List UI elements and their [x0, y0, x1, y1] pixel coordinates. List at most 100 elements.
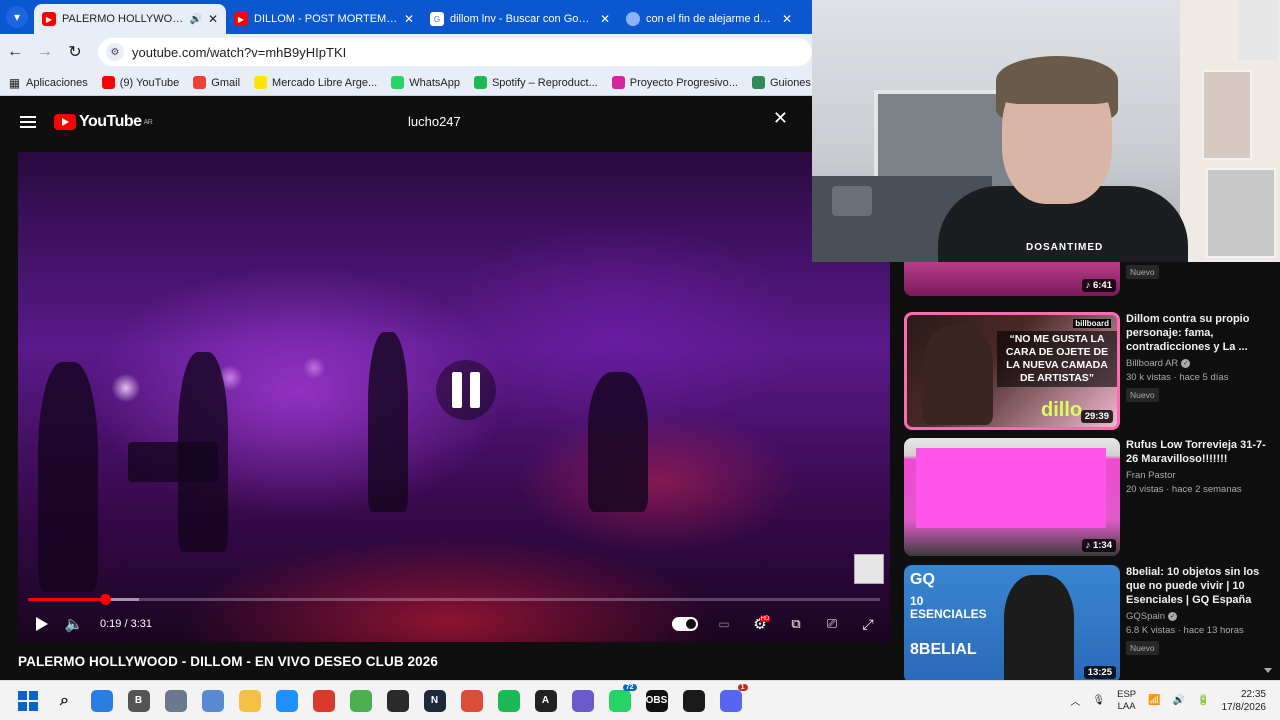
video-thumbnail[interactable]: billboard “NO ME GUSTA LA CARA DE OJETE … [904, 312, 1120, 430]
volume-button[interactable]: 🔈 [58, 608, 90, 640]
play-button[interactable] [26, 608, 58, 640]
tab-search-button[interactable]: ▾ [6, 6, 28, 28]
speaker-icon[interactable]: 🔊 [1173, 695, 1185, 706]
instagram-icon [611, 76, 625, 89]
tab[interactable]: ▶ DILLOM - POST MORTEM TOUR ✕ [226, 6, 422, 32]
tab[interactable]: ▶ PALERMO HOLLYWOOD - D 🔊 ✕ [34, 4, 226, 34]
bookmark-item[interactable]: (9) YouTube [101, 76, 179, 89]
video-stats: 20 vistas · hace 2 semanas [1126, 484, 1242, 495]
bookmark-item[interactable]: ▦ Aplicaciones [8, 76, 88, 90]
obs-icon[interactable] [386, 689, 409, 712]
copilot-icon[interactable] [90, 689, 113, 712]
webcam-overlay: DOSANTIMED [812, 0, 1280, 262]
clock-time: 22:35 [1240, 688, 1266, 700]
site-info-icon[interactable]: ⚙ [106, 43, 124, 61]
close-tab-icon[interactable]: ✕ [782, 12, 792, 26]
clear-search-icon[interactable]: ✕ [773, 108, 788, 129]
scrubber-handle[interactable] [99, 594, 111, 605]
windows-taskbar: ⌕ B N A 72 OBS 1 ︿ 🎙 ESP LAA 📶 🔊 🔋 22:35 17/8/… [0, 680, 1280, 720]
wall-poster [1206, 168, 1276, 258]
bookmark-item[interactable]: Mercado Libre Arge... [254, 76, 377, 89]
bookmark-item[interactable]: WhatsApp [391, 76, 460, 89]
recommendation-item[interactable]: ♪ 1:34 Rufus Low Torrevieja 31-7-26 Mara… [904, 438, 1280, 556]
time-display: 0:19 / 3:31 [100, 618, 152, 630]
audio-playing-icon[interactable]: 🔊 [189, 14, 201, 25]
miniplayer-button[interactable]: ⧉ [780, 608, 812, 640]
tab-title: DILLOM - POST MORTEM TOUR [254, 13, 398, 25]
thumbnail-brand: dillo [1041, 399, 1083, 421]
close-tab-icon[interactable]: ✕ [208, 12, 218, 26]
new-badge: Nuevo [1126, 265, 1159, 279]
red-app-icon[interactable] [312, 689, 335, 712]
reload-button[interactable]: ↻ [60, 42, 90, 62]
video-thumbnail[interactable]: GQ 10 ESENCIALES 8BELIAL 13:25 [904, 565, 1120, 680]
start-icon[interactable] [17, 690, 39, 712]
youtube-icon: ▶ [234, 12, 248, 26]
bookmark-label: Proyecto Progresivo... [629, 76, 738, 89]
obs-dark-icon[interactable]: OBS [645, 689, 668, 712]
diamond-app-icon[interactable] [571, 689, 594, 712]
channel-watermark[interactable] [854, 554, 884, 584]
clock[interactable]: 22:35 17/8/2026 [1222, 688, 1267, 714]
clock-date: 17/8/2026 [1221, 701, 1267, 713]
youtube-icon: ▶ [42, 12, 56, 26]
autoplay-toggle[interactable] [672, 617, 698, 631]
search-icon[interactable]: ⌕ [54, 690, 76, 712]
recommendation-item[interactable]: ♪ 6:41 Nuevo [904, 262, 1280, 296]
menu-icon[interactable] [20, 116, 36, 128]
b-app-icon[interactable]: B [127, 689, 150, 712]
channel-name: GQSpain ✓ [1126, 611, 1178, 622]
fullscreen-button[interactable]: ⤢ [852, 608, 884, 640]
video-thumbnail[interactable]: ♪ 1:34 [904, 438, 1120, 556]
whatsapp-icon[interactable]: 72 [608, 683, 637, 712]
performer-silhouette [368, 332, 408, 512]
bookmark-item[interactable]: Gmail [193, 76, 240, 89]
screenshot-tool-icon[interactable] [201, 689, 224, 712]
tab[interactable]: con el fin de alejarme de vos... ✕ [618, 6, 800, 32]
green-app-icon[interactable] [349, 689, 372, 712]
forward-button[interactable]: → [30, 43, 60, 61]
cast-button[interactable]: ⎚ [816, 608, 848, 640]
capcut-dark-icon[interactable] [682, 689, 705, 712]
performer-silhouette [38, 362, 98, 592]
chrome-icon[interactable] [460, 689, 483, 712]
video-duration: 29:39 [1080, 410, 1113, 423]
language-indicator[interactable]: ESP LAA [1117, 689, 1136, 713]
whatsapp-icon [391, 76, 405, 89]
video-title-link[interactable]: Rufus Low Torrevieja 31-7-26 Maravilloso… [1126, 438, 1276, 466]
settings-icon[interactable] [164, 689, 187, 712]
youtube-logo[interactable]: YouTube AR [54, 113, 153, 131]
recommendation-item[interactable]: GQ 10 ESENCIALES 8BELIAL 13:25 8belial: … [904, 565, 1280, 680]
bookmark-item[interactable]: Spotify – Reproduct... [473, 76, 598, 89]
settings-button[interactable]: ⚙ HD [744, 608, 776, 640]
video-player[interactable]: 🔈 0:19 / 3:31 ▭ ⚙ HD ⧉ ⎚ ⤢ [18, 152, 890, 642]
video-title-link[interactable]: Dillom contra su propio personaje: fama,… [1126, 312, 1276, 354]
spotify-icon[interactable] [497, 689, 520, 712]
back-button[interactable]: ← [0, 43, 30, 61]
close-tab-icon[interactable]: ✕ [404, 12, 414, 26]
address-bar[interactable]: ⚙ youtube.com/watch?v=mhB9yHIpTKI [98, 38, 812, 66]
recommendation-item[interactable]: billboard “NO ME GUSTA LA CARA DE OJETE … [904, 312, 1280, 430]
video-thumbnail[interactable]: ♪ 6:41 [904, 262, 1120, 296]
battery-icon[interactable]: 🔋 [1197, 695, 1209, 706]
file-explorer-icon[interactable] [238, 689, 261, 712]
bolt-app-icon[interactable] [275, 689, 298, 712]
progress-bar[interactable] [28, 594, 880, 605]
capcut-icon[interactable]: A [534, 689, 557, 712]
discord-icon[interactable]: 1 [719, 683, 748, 712]
wifi-icon[interactable]: 📶 [1148, 695, 1160, 706]
bookmark-item[interactable]: Proyecto Progresivo... [611, 76, 738, 89]
video-title-link[interactable]: 8belial: 10 objetos sin los que no puede… [1126, 565, 1276, 607]
microphone-icon[interactable]: 🎙 [1092, 695, 1105, 706]
volume-icon: 🔈 [64, 616, 84, 633]
tab[interactable]: Gdillom lnv - Buscar con Google ✕ [422, 6, 618, 32]
scroll-down-arrow[interactable] [1264, 668, 1272, 673]
chevron-up-icon[interactable]: ︿ [1070, 693, 1080, 708]
close-tab-icon[interactable]: ✕ [600, 12, 610, 26]
spotify-icon [473, 76, 487, 89]
pause-indicator-icon [436, 360, 496, 420]
fullscreen-icon: ⤢ [862, 615, 874, 632]
n-app-icon[interactable]: N [423, 689, 446, 712]
subtitles-button[interactable]: ▭ [708, 608, 740, 640]
search-input[interactable]: lucho247 ✕ [398, 104, 800, 138]
